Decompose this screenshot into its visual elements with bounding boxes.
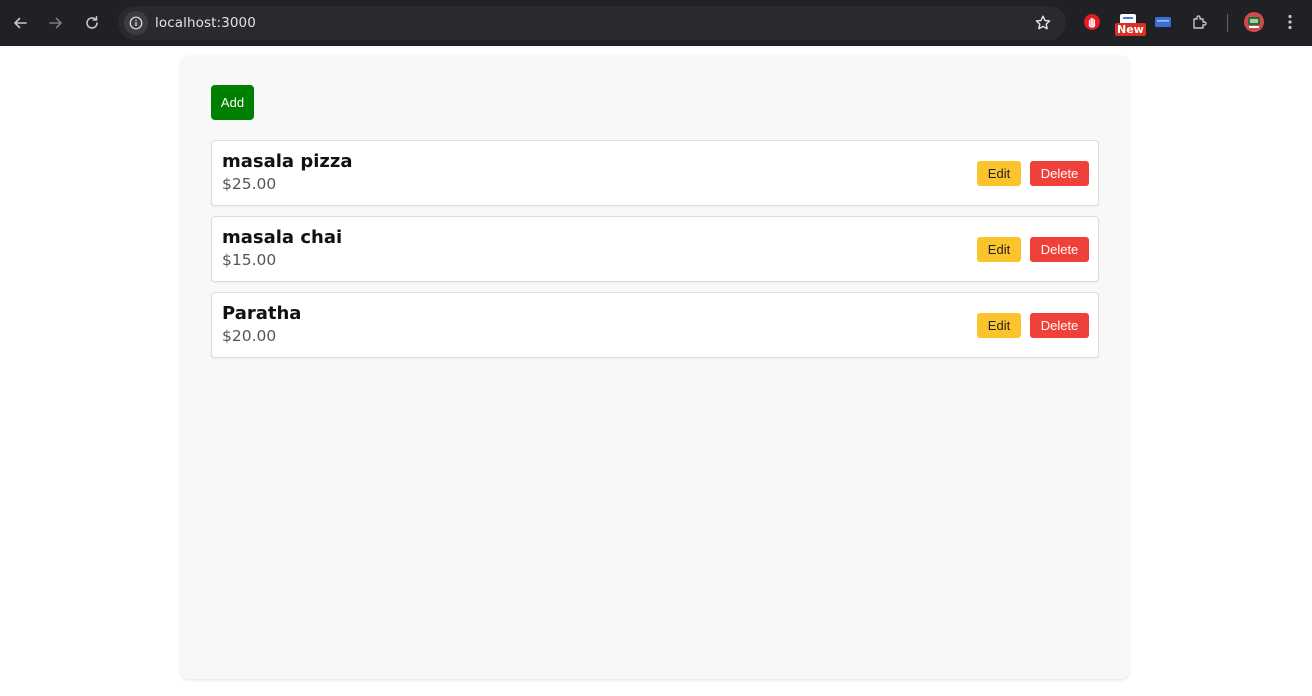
menu-item-card: masala chai $15.00 Edit Delete [211,216,1099,282]
extensions-puzzle-icon [1193,15,1207,29]
bookmark-star-icon [1035,15,1051,30]
edit-button[interactable]: Edit [977,161,1021,186]
back-icon [14,17,27,29]
item-name: masala chai [222,227,343,248]
page-viewport: Add masala pizza $25.00 Edit Delete masa… [0,46,1312,696]
extension-red-hand-icon [1084,14,1100,30]
item-price: $20.00 [222,327,277,345]
address-bar[interactable]: localhost:3000 [118,6,1066,40]
url-text[interactable]: localhost:3000 [155,15,256,31]
item-price: $25.00 [222,175,277,193]
extensions-button[interactable] [1190,12,1210,32]
edit-button[interactable]: Edit [977,237,1021,262]
profile-button[interactable] [1243,11,1265,33]
profile-avatar-icon [1244,12,1264,32]
reload-button[interactable] [78,9,106,37]
item-name: masala pizza [222,151,353,172]
back-button[interactable] [6,9,34,37]
extension-adblock-button[interactable] [1082,12,1102,32]
menu-item-card: masala pizza $25.00 Edit Delete [211,140,1099,206]
extension-blue-icon [1155,17,1171,27]
delete-button[interactable]: Delete [1030,313,1089,338]
edit-button[interactable]: Edit [977,313,1021,338]
delete-button[interactable]: Delete [1030,237,1089,262]
more-menu-button[interactable] [1280,12,1300,32]
extension-new-badge: New [1115,23,1146,36]
forward-icon [49,17,62,29]
more-menu-icon [1288,14,1292,30]
browser-toolbar: localhost:3000 New [0,0,1312,46]
menu-container: Add masala pizza $25.00 Edit Delete masa… [181,56,1129,679]
item-price: $15.00 [222,251,277,269]
forward-button[interactable] [42,9,70,37]
site-info-icon [129,16,143,30]
site-info-button[interactable] [124,11,148,35]
menu-item-card: Paratha $20.00 Edit Delete [211,292,1099,358]
delete-button[interactable]: Delete [1030,161,1089,186]
bookmark-button[interactable] [1034,14,1052,37]
toolbar-separator [1227,14,1228,32]
item-name: Paratha [222,303,302,324]
reload-icon [86,16,98,29]
add-button[interactable]: Add [211,85,254,120]
extension-blue-button[interactable] [1153,12,1173,32]
